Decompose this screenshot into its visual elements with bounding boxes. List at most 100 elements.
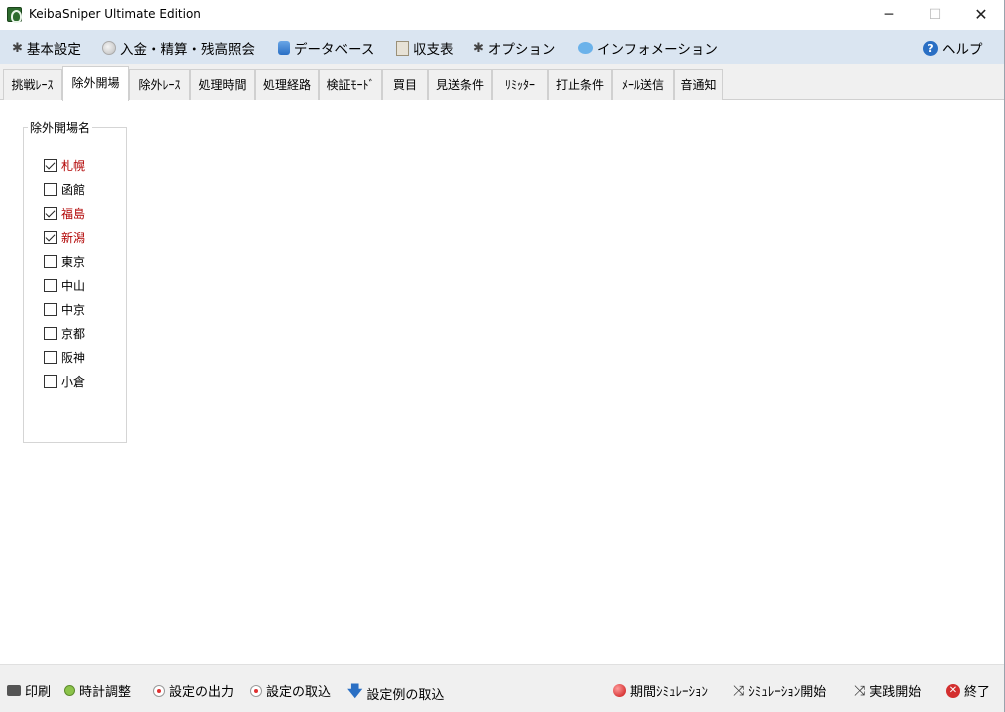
venue-checkbox-hanshin[interactable]: 阪神 (44, 349, 85, 366)
gear-icon: ✱ (473, 40, 484, 56)
tab-process-route[interactable]: 処理経路 (255, 69, 319, 100)
tab-limiter[interactable]: ﾘﾐｯﾀｰ (492, 69, 548, 100)
venue-checkbox-kyoto[interactable]: 京都 (44, 325, 85, 342)
red-ball-icon (613, 684, 626, 697)
venue-label: 福島 (61, 207, 86, 221)
venue-checkbox-kokura[interactable]: 小倉 (44, 373, 85, 390)
help-icon: ? (923, 40, 938, 56)
checkbox-unchecked[interactable] (44, 327, 57, 340)
menu-information[interactable]: インフォメーション (578, 38, 718, 58)
venue-label: 中京 (61, 303, 86, 317)
button-label: 実践開始 (869, 685, 922, 700)
venue-checkbox-niigata[interactable]: 新潟 (44, 229, 85, 246)
checkbox-unchecked[interactable] (44, 183, 57, 196)
tab-process-time[interactable]: 処理時間 (190, 69, 255, 100)
import-icon (250, 684, 262, 697)
ledger-icon (396, 40, 409, 56)
tab-content-panel: 除外開場名 札幌 函館 福島 新潟 東京 中山 中京 京都 阪神 小倉 (0, 100, 1004, 664)
menu-label: 入金・精算・残高照会 (120, 42, 255, 58)
app-logo-icon (7, 7, 22, 23)
checkbox-checked[interactable] (44, 207, 57, 220)
close-window-button[interactable]: ✕ (958, 0, 1004, 30)
gear-icon: ✱ (12, 40, 23, 56)
menu-balance-sheet[interactable]: 収支表 (396, 38, 454, 58)
venue-checkbox-fukushima[interactable]: 福島 (44, 205, 85, 222)
menu-label: 収支表 (413, 42, 454, 58)
menu-basic-settings[interactable]: ✱ 基本設定 (12, 38, 81, 59)
menu-options[interactable]: ✱ オプション (473, 38, 556, 59)
venue-checkbox-hakodate[interactable]: 函館 (44, 181, 85, 198)
tab-excluded-race[interactable]: 除外ﾚｰｽ (129, 69, 190, 100)
import-example-settings-button[interactable]: 🡇 設定例の取込 (347, 681, 444, 706)
exit-button[interactable]: ✕ 終了 (946, 681, 990, 700)
speech-bubble-icon (578, 42, 593, 54)
excluded-venues-group: 除外開場名 札幌 函館 福島 新潟 東京 中山 中京 京都 阪神 小倉 (23, 119, 127, 443)
venue-checkbox-chukyo[interactable]: 中京 (44, 301, 85, 318)
tab-excluded-venues[interactable]: 除外開場 (62, 66, 129, 101)
window-title: KeibaSniper Ultimate Edition (29, 7, 201, 21)
button-label: 印刷 (25, 685, 52, 700)
shuffle-icon: ⤨ (733, 682, 745, 699)
menu-label: インフォメーション (597, 42, 718, 58)
venue-label: 札幌 (61, 159, 86, 173)
menu-label: 基本設定 (26, 42, 81, 58)
print-button[interactable]: 印刷 (7, 681, 51, 700)
venue-label: 新潟 (61, 231, 86, 245)
venue-checkbox-nakayama[interactable]: 中山 (44, 277, 85, 294)
clock-icon (64, 685, 75, 696)
export-settings-button[interactable]: 設定の出力 (153, 681, 234, 700)
period-simulation-button[interactable]: 期間ｼﾐｭﾚｰｼｮﾝ (613, 681, 708, 700)
download-arrow-icon: 🡇 (347, 682, 363, 700)
button-label: 設定の取込 (266, 685, 332, 700)
minimize-button[interactable]: ─ (866, 0, 912, 30)
bottom-toolbar: 印刷 時計調整 設定の出力 設定の取込 🡇 設定例の取込 期間ｼﾐｭﾚｰｼｮﾝ … (0, 664, 1004, 712)
database-icon (278, 41, 290, 55)
tab-verify-mode[interactable]: 検証ﾓｰﾄﾞ (319, 69, 382, 100)
checkbox-checked[interactable] (44, 231, 57, 244)
checkbox-unchecked[interactable] (44, 303, 57, 316)
checkbox-unchecked[interactable] (44, 255, 57, 268)
shuffle-icon: ⤨ (854, 682, 866, 699)
menu-label: データベース (294, 42, 375, 58)
coin-icon (102, 41, 116, 55)
menu-deposit-balance[interactable]: 入金・精算・残高照会 (102, 38, 255, 58)
venue-checkbox-sapporo[interactable]: 札幌 (44, 157, 85, 174)
venue-label: 京都 (61, 327, 86, 341)
button-label: 終了 (964, 685, 991, 700)
checkbox-checked[interactable] (44, 159, 57, 172)
venue-label: 函館 (61, 183, 86, 197)
button-label: ｼﾐｭﾚｰｼｮﾝ開始 (748, 685, 827, 700)
settings-tabs: 挑戦ﾚｰｽ 除外開場 除外ﾚｰｽ 処理時間 処理経路 検証ﾓｰﾄﾞ 買目 見送条… (0, 64, 1004, 101)
menu-bar: ✱ 基本設定 入金・精算・残高照会 データベース 収支表 ✱ オプション インフ… (0, 30, 1004, 64)
venue-label: 阪神 (61, 351, 86, 365)
app-window: KeibaSniper Ultimate Edition ─ ☐ ✕ ✱ 基本設… (0, 0, 1005, 712)
checkbox-unchecked[interactable] (44, 375, 57, 388)
tab-skip-conditions[interactable]: 見送条件 (428, 69, 492, 100)
venue-checkbox-tokyo[interactable]: 東京 (44, 253, 85, 270)
checkbox-unchecked[interactable] (44, 351, 57, 364)
tab-mail-send[interactable]: ﾒｰﾙ送信 (612, 69, 674, 100)
button-label: 設定の出力 (169, 685, 235, 700)
menu-label: オプション (487, 42, 556, 58)
close-circle-icon: ✕ (946, 683, 960, 698)
tab-bet-types[interactable]: 買目 (382, 69, 428, 100)
simulation-start-button[interactable]: ⤨ ｼﾐｭﾚｰｼｮﾝ開始 (733, 681, 827, 701)
export-icon (153, 684, 165, 697)
button-label: 設定例の取込 (366, 688, 445, 703)
checkbox-unchecked[interactable] (44, 279, 57, 292)
venue-label: 東京 (61, 255, 86, 269)
maximize-button[interactable]: ☐ (912, 0, 958, 30)
venue-label: 小倉 (61, 375, 86, 389)
menu-database[interactable]: データベース (278, 38, 374, 58)
menu-help[interactable]: ? ヘルプ (923, 38, 983, 58)
button-label: 時計調整 (79, 685, 132, 700)
venue-label: 中山 (61, 279, 86, 293)
tab-challenge-race[interactable]: 挑戦ﾚｰｽ (3, 69, 62, 100)
import-settings-button[interactable]: 設定の取込 (250, 681, 331, 700)
tab-stop-conditions[interactable]: 打止条件 (548, 69, 612, 100)
printer-icon (7, 685, 21, 696)
live-start-button[interactable]: ⤨ 実践開始 (854, 681, 922, 701)
clock-adjust-button[interactable]: 時計調整 (64, 681, 131, 700)
group-label: 除外開場名 (28, 119, 93, 136)
tab-sound-notify[interactable]: 音通知 (674, 69, 723, 100)
